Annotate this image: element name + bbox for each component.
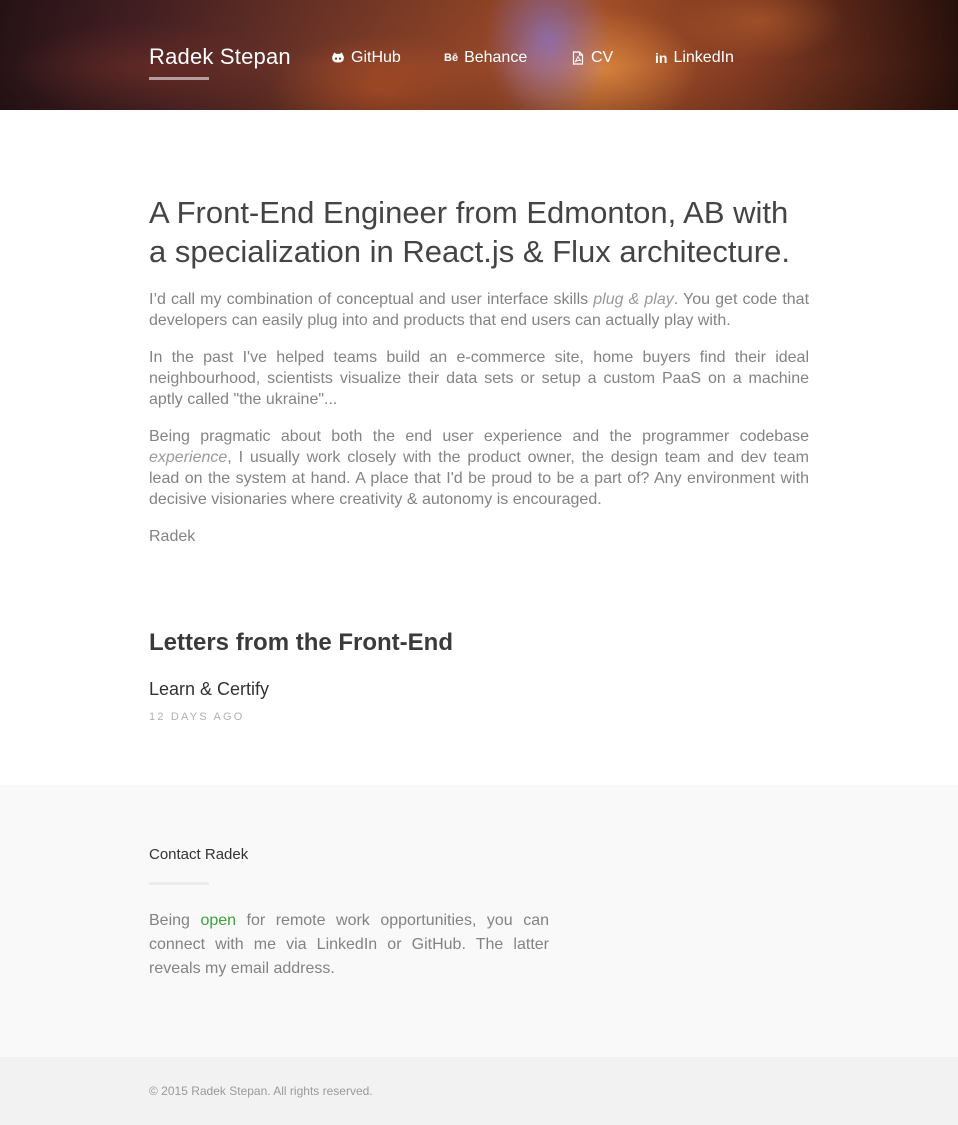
post-date: 12 DAYS AGO [149, 711, 245, 723]
letters-section-title: Letters from the Front-End [149, 629, 453, 656]
contact-divider [149, 882, 209, 885]
contact-title: Contact Radek [149, 846, 249, 863]
github-icon [331, 51, 345, 65]
linkedin-icon: in [655, 50, 668, 66]
post-title-link[interactable]: Learn & Certify [149, 679, 269, 700]
copyright-text: © 2015 Radek Stepan. All rights reserved… [149, 1084, 373, 1098]
nav-link-linkedin[interactable]: in LinkedIn [655, 49, 734, 67]
nav-link-github[interactable]: GitHub [331, 49, 401, 67]
brand-link[interactable]: Radek Stepan [149, 44, 291, 70]
nav-label-cv: CV [591, 49, 614, 66]
contact-text-start: Being [149, 912, 201, 929]
nav-link-cv[interactable]: CV [571, 49, 613, 67]
intro-paragraph-2: In the past I've helped teams build an e… [149, 349, 809, 408]
intro-p3-emphasis: experience [149, 449, 228, 466]
nav-label-linkedin: LinkedIn [673, 49, 734, 66]
nav-link-behance[interactable]: Bē Behance [444, 49, 527, 67]
intro-p3-text-start: Being pragmatic about both the end user … [149, 428, 809, 445]
nav-label-behance: Behance [464, 49, 528, 66]
intro-p3-text-end: , I usually work closely with the produc… [149, 449, 809, 508]
pdf-file-icon [571, 51, 585, 65]
brand-underline [149, 77, 209, 80]
intro-headline: A Front-End Engineer from Edmonton, AB w… [149, 195, 790, 269]
open-highlight: open [200, 912, 237, 929]
contact-text: Being open for remote work opportunities… [149, 909, 549, 981]
intro-signature: Radek [149, 528, 196, 545]
page-footer: © 2015 Radek Stepan. All rights reserved… [0, 1057, 958, 1125]
behance-icon: Bē [444, 52, 459, 64]
contact-section: Contact Radek Being open for remote work… [0, 785, 958, 1057]
header-nav-container: Radek Stepan GitHub Bē Behance CV in Lin… [149, 0, 809, 110]
hero-header: Radek Stepan GitHub Bē Behance CV in Lin… [0, 0, 958, 110]
nav-label-github: GitHub [351, 49, 401, 66]
intro-p1-text-start: I’d call my combination of conceptual an… [149, 291, 594, 308]
intro-p1-emphasis: plug & play [593, 291, 674, 308]
intro-paragraph-3: Being pragmatic about both the end user … [149, 426, 809, 510]
intro-paragraph-1: I’d call my combination of conceptual an… [149, 289, 809, 331]
